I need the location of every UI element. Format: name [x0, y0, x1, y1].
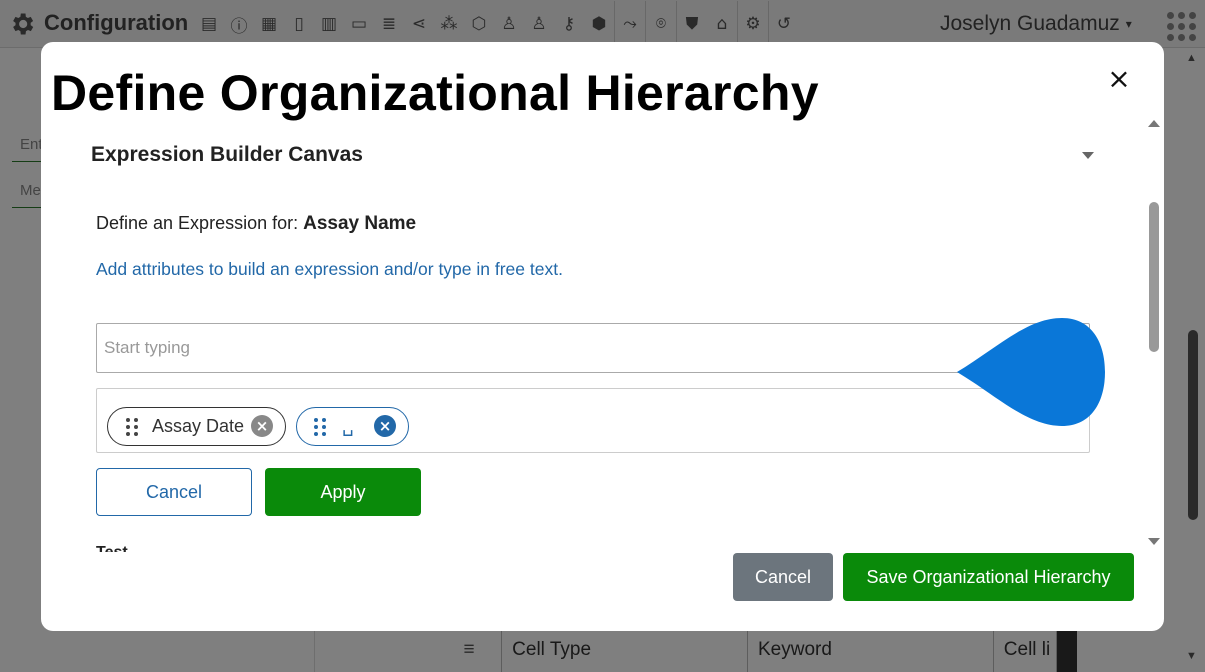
- cancel-expression-button[interactable]: Cancel: [96, 468, 252, 516]
- close-circle-icon[interactable]: ×: [374, 415, 396, 437]
- close-circle-icon[interactable]: ×: [251, 415, 273, 437]
- section-title: Expression Builder Canvas: [91, 143, 363, 166]
- scroll-up-icon[interactable]: [1148, 120, 1160, 127]
- chip-label: ␣: [342, 416, 354, 437]
- chevron-down-icon[interactable]: [1082, 152, 1094, 159]
- hint-text: Add attributes to build an expression an…: [96, 259, 563, 279]
- define-expression-label: Define an Expression for: Assay Name: [96, 213, 416, 235]
- scroll-down-icon[interactable]: [1148, 538, 1160, 545]
- define-attribute: Assay Name: [303, 213, 417, 234]
- close-icon[interactable]: ×: [1106, 65, 1132, 93]
- expression-input[interactable]: [96, 323, 1090, 373]
- attribute-chip[interactable]: Assay Date ×: [107, 407, 286, 446]
- pointer-marker: [957, 318, 1105, 426]
- section-label: Test: [96, 544, 128, 552]
- modal-scrollbar[interactable]: [1149, 202, 1159, 352]
- save-hierarchy-button[interactable]: Save Organizational Hierarchy: [843, 553, 1134, 601]
- space-chip[interactable]: ␣ ×: [296, 407, 409, 446]
- cancel-button[interactable]: Cancel: [733, 553, 833, 601]
- expression-chip-area[interactable]: Assay Date × ␣ ×: [96, 388, 1090, 453]
- drag-handle-icon[interactable]: [314, 417, 326, 436]
- drag-handle-icon[interactable]: [126, 417, 138, 436]
- define-prefix: Define an Expression for:: [96, 213, 304, 233]
- chip-label: Assay Date: [152, 416, 245, 436]
- apply-button[interactable]: Apply: [265, 468, 421, 516]
